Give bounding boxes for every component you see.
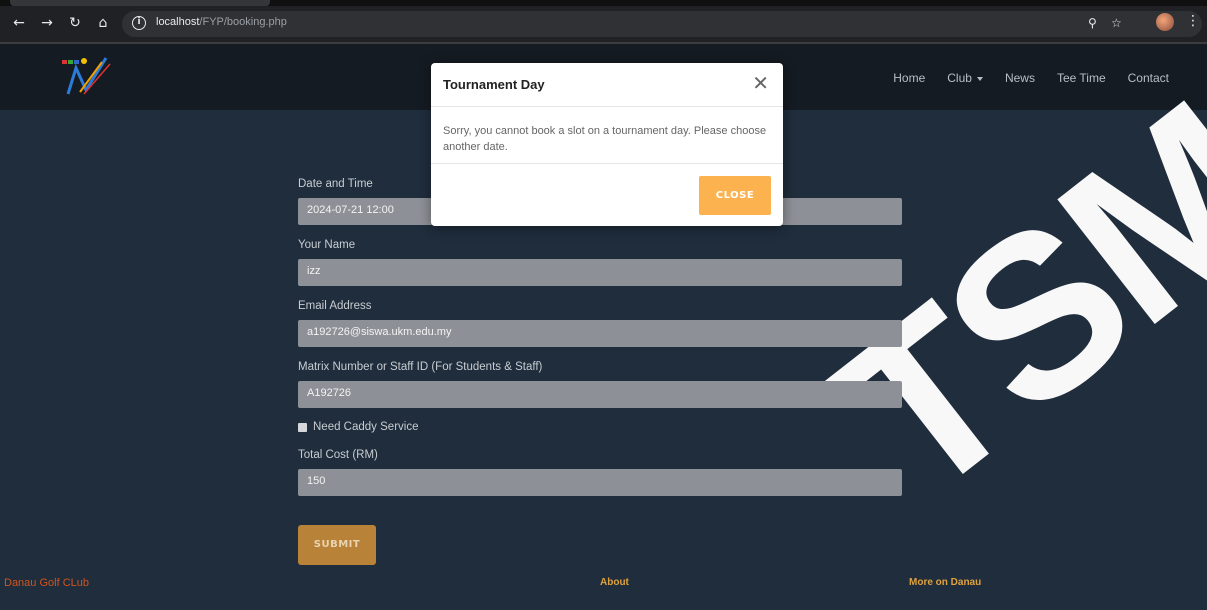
submit-button[interactable]: SUBMIT	[298, 525, 376, 565]
home-icon[interactable]: ⌂	[94, 14, 112, 32]
close-icon[interactable]: ✕	[752, 73, 769, 93]
site-info-icon[interactable]: i	[132, 16, 146, 30]
zoom-icon[interactable]: ⚲	[1088, 16, 1097, 30]
nav-tee-time[interactable]: Tee Time	[1057, 71, 1106, 85]
email-field[interactable]: a192726@siswa.ukm.edu.my	[298, 320, 902, 347]
name-field[interactable]: izz	[298, 259, 902, 286]
modal-title: Tournament Day	[443, 77, 545, 92]
footer-more-heading: More on Danau	[909, 577, 982, 588]
forward-icon[interactable]: →	[38, 14, 56, 32]
email-label: Email Address	[298, 300, 372, 312]
url-host: localhost	[156, 16, 200, 28]
chevron-down-icon	[976, 76, 983, 81]
address-bar[interactable]: i localhost/FYP/booking.php ⚲ ☆	[122, 11, 1202, 37]
nav-news[interactable]: News	[1005, 71, 1035, 85]
reload-icon[interactable]: ↻	[66, 14, 84, 32]
footer-brand: Danau Golf CLub	[4, 577, 89, 589]
menu-kebab-icon[interactable]: ⋮	[1186, 13, 1200, 29]
cost-field: 150	[298, 469, 902, 496]
caddy-row: Need Caddy Service	[298, 421, 902, 433]
cost-label: Total Cost (RM)	[298, 449, 378, 461]
golf-club-logo[interactable]	[40, 52, 150, 102]
modal-close-button[interactable]: CLOSE	[699, 176, 771, 215]
modal-message: Sorry, you cannot book a slot on a tourn…	[431, 107, 783, 164]
bookmark-star-icon[interactable]: ☆	[1111, 16, 1122, 30]
footer-about-heading: About	[600, 577, 629, 588]
id-label: Matrix Number or Staff ID (For Students …	[298, 361, 543, 373]
id-field[interactable]: A192726	[298, 381, 902, 408]
nav-home[interactable]: Home	[893, 71, 925, 85]
active-tab[interactable]	[10, 0, 270, 6]
modal-header: Tournament Day ✕	[431, 63, 783, 107]
caddy-label: Need Caddy Service	[313, 421, 419, 433]
back-icon[interactable]: ←	[10, 14, 28, 32]
browser-toolbar: ← → ↻ ⌂ i localhost/FYP/booking.php ⚲ ☆ …	[0, 0, 1207, 44]
url-path: /FYP/booking.php	[199, 16, 287, 28]
profile-avatar[interactable]	[1156, 13, 1174, 31]
nav-club[interactable]: Club	[947, 71, 983, 85]
tab-strip	[0, 0, 1207, 6]
tournament-day-modal: Tournament Day ✕ Sorry, you cannot book …	[431, 63, 783, 226]
caddy-checkbox[interactable]	[298, 422, 307, 432]
url-text[interactable]: localhost/FYP/booking.php	[156, 16, 287, 28]
nav-club-label: Club	[947, 71, 972, 85]
name-label: Your Name	[298, 239, 356, 251]
